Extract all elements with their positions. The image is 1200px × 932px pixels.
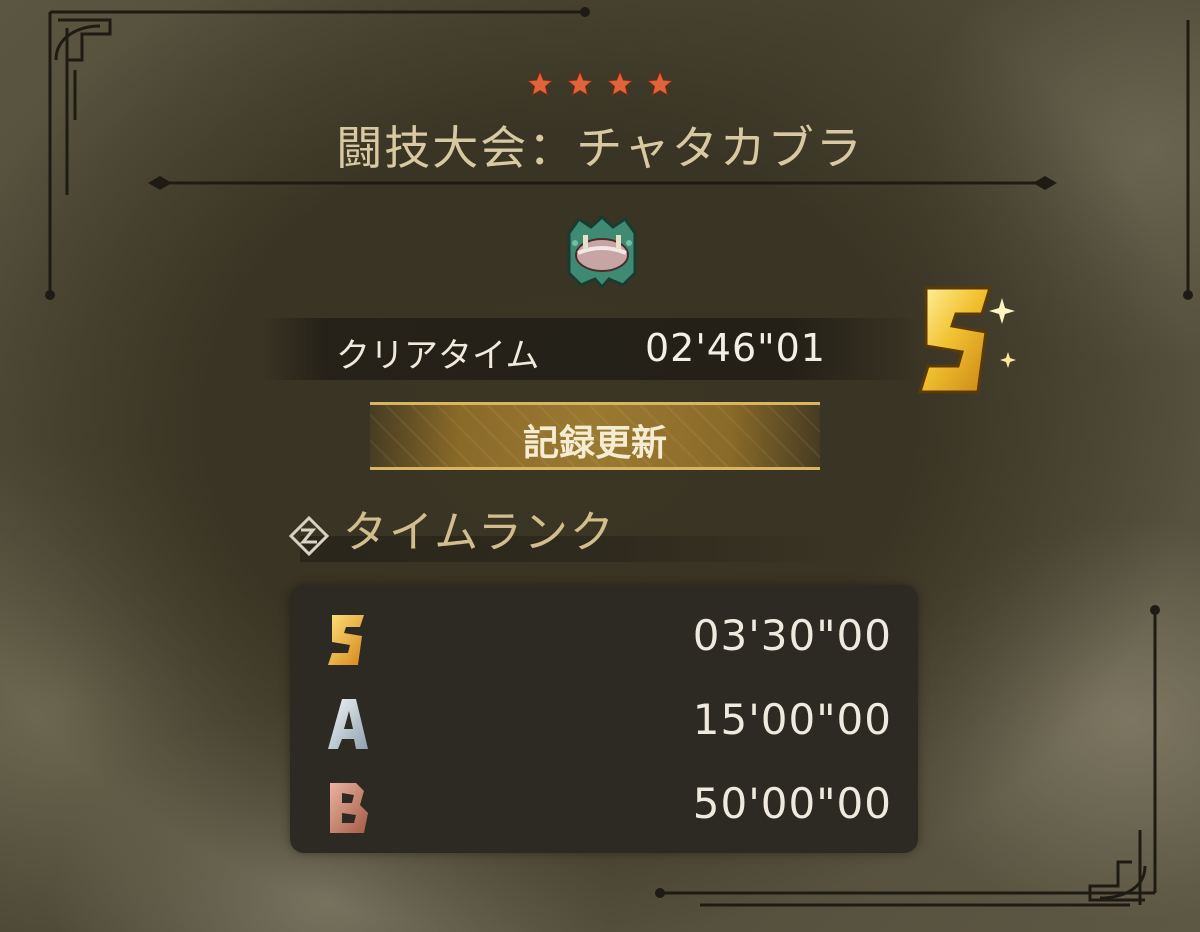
- rank-b-time: 50'00"00: [692, 779, 892, 828]
- rank-a-time: 15'00"00: [692, 695, 892, 744]
- quest-title: 闘技大会：チャタカブラ: [336, 121, 864, 175]
- time-rank-title: タイムランク: [343, 507, 616, 558]
- star-icon: [606, 70, 634, 102]
- clear-time-value: 02'46"01: [645, 326, 826, 370]
- achieved-rank-s-badge: [912, 280, 1022, 404]
- rank-row-s: 03'30"00: [290, 593, 918, 677]
- difficulty-stars: [0, 70, 1200, 102]
- star-icon: [566, 70, 594, 102]
- rank-b-icon: [326, 781, 370, 839]
- rank-a-icon: [326, 697, 370, 755]
- chatacabra-monster-icon: [561, 213, 643, 293]
- new-record-label: 記録更新: [522, 423, 667, 464]
- time-rank-icon: [288, 515, 330, 560]
- star-icon: [646, 70, 674, 102]
- rank-row-a: 15'00"00: [290, 677, 918, 761]
- rank-s-time: 03'30"00: [692, 611, 892, 660]
- clear-time-label: クリアタイム: [336, 336, 540, 376]
- star-icon: [526, 70, 554, 102]
- time-rank-table: 03'30"00 15'00"00 50'00"00: [290, 585, 918, 853]
- rank-row-b: 50'00"00: [290, 761, 918, 845]
- rank-s-icon: [326, 613, 370, 671]
